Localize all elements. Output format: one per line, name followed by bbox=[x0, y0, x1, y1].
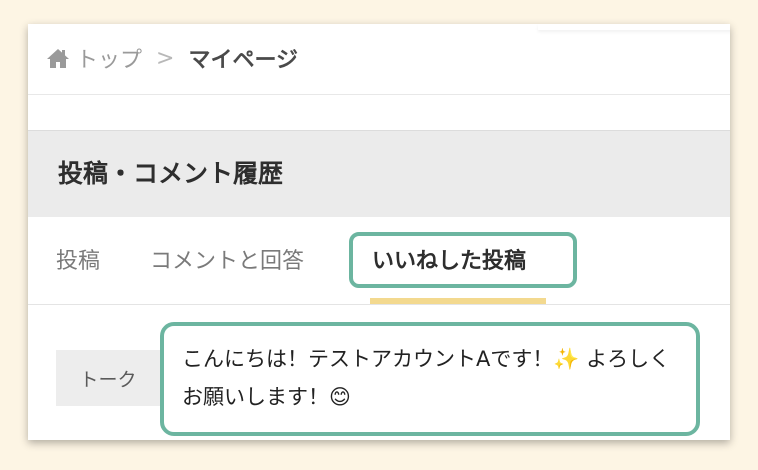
tab-posts[interactable]: 投稿 bbox=[56, 238, 100, 286]
divider bbox=[28, 304, 730, 305]
category-tag[interactable]: トーク bbox=[56, 350, 160, 406]
section-header: 投稿・コメント履歴 bbox=[28, 130, 730, 217]
breadcrumb-current: マイページ bbox=[188, 48, 299, 73]
home-icon[interactable] bbox=[46, 47, 70, 69]
header-edge bbox=[538, 24, 730, 30]
tab-comments-answers[interactable]: コメントと回答 bbox=[150, 238, 304, 286]
breadcrumb: トップ > マイページ bbox=[46, 40, 298, 76]
post-message[interactable]: こんにちは！テストアカウントAです！✨ よろしくお願いします！😊 bbox=[160, 322, 700, 436]
divider bbox=[28, 94, 730, 95]
breadcrumb-separator: > bbox=[156, 45, 175, 71]
page-title: 投稿・コメント履歴 bbox=[58, 159, 284, 188]
breadcrumb-home-link[interactable]: トップ bbox=[76, 42, 142, 74]
tab-liked-posts[interactable]: いいねした投稿 bbox=[372, 238, 526, 286]
